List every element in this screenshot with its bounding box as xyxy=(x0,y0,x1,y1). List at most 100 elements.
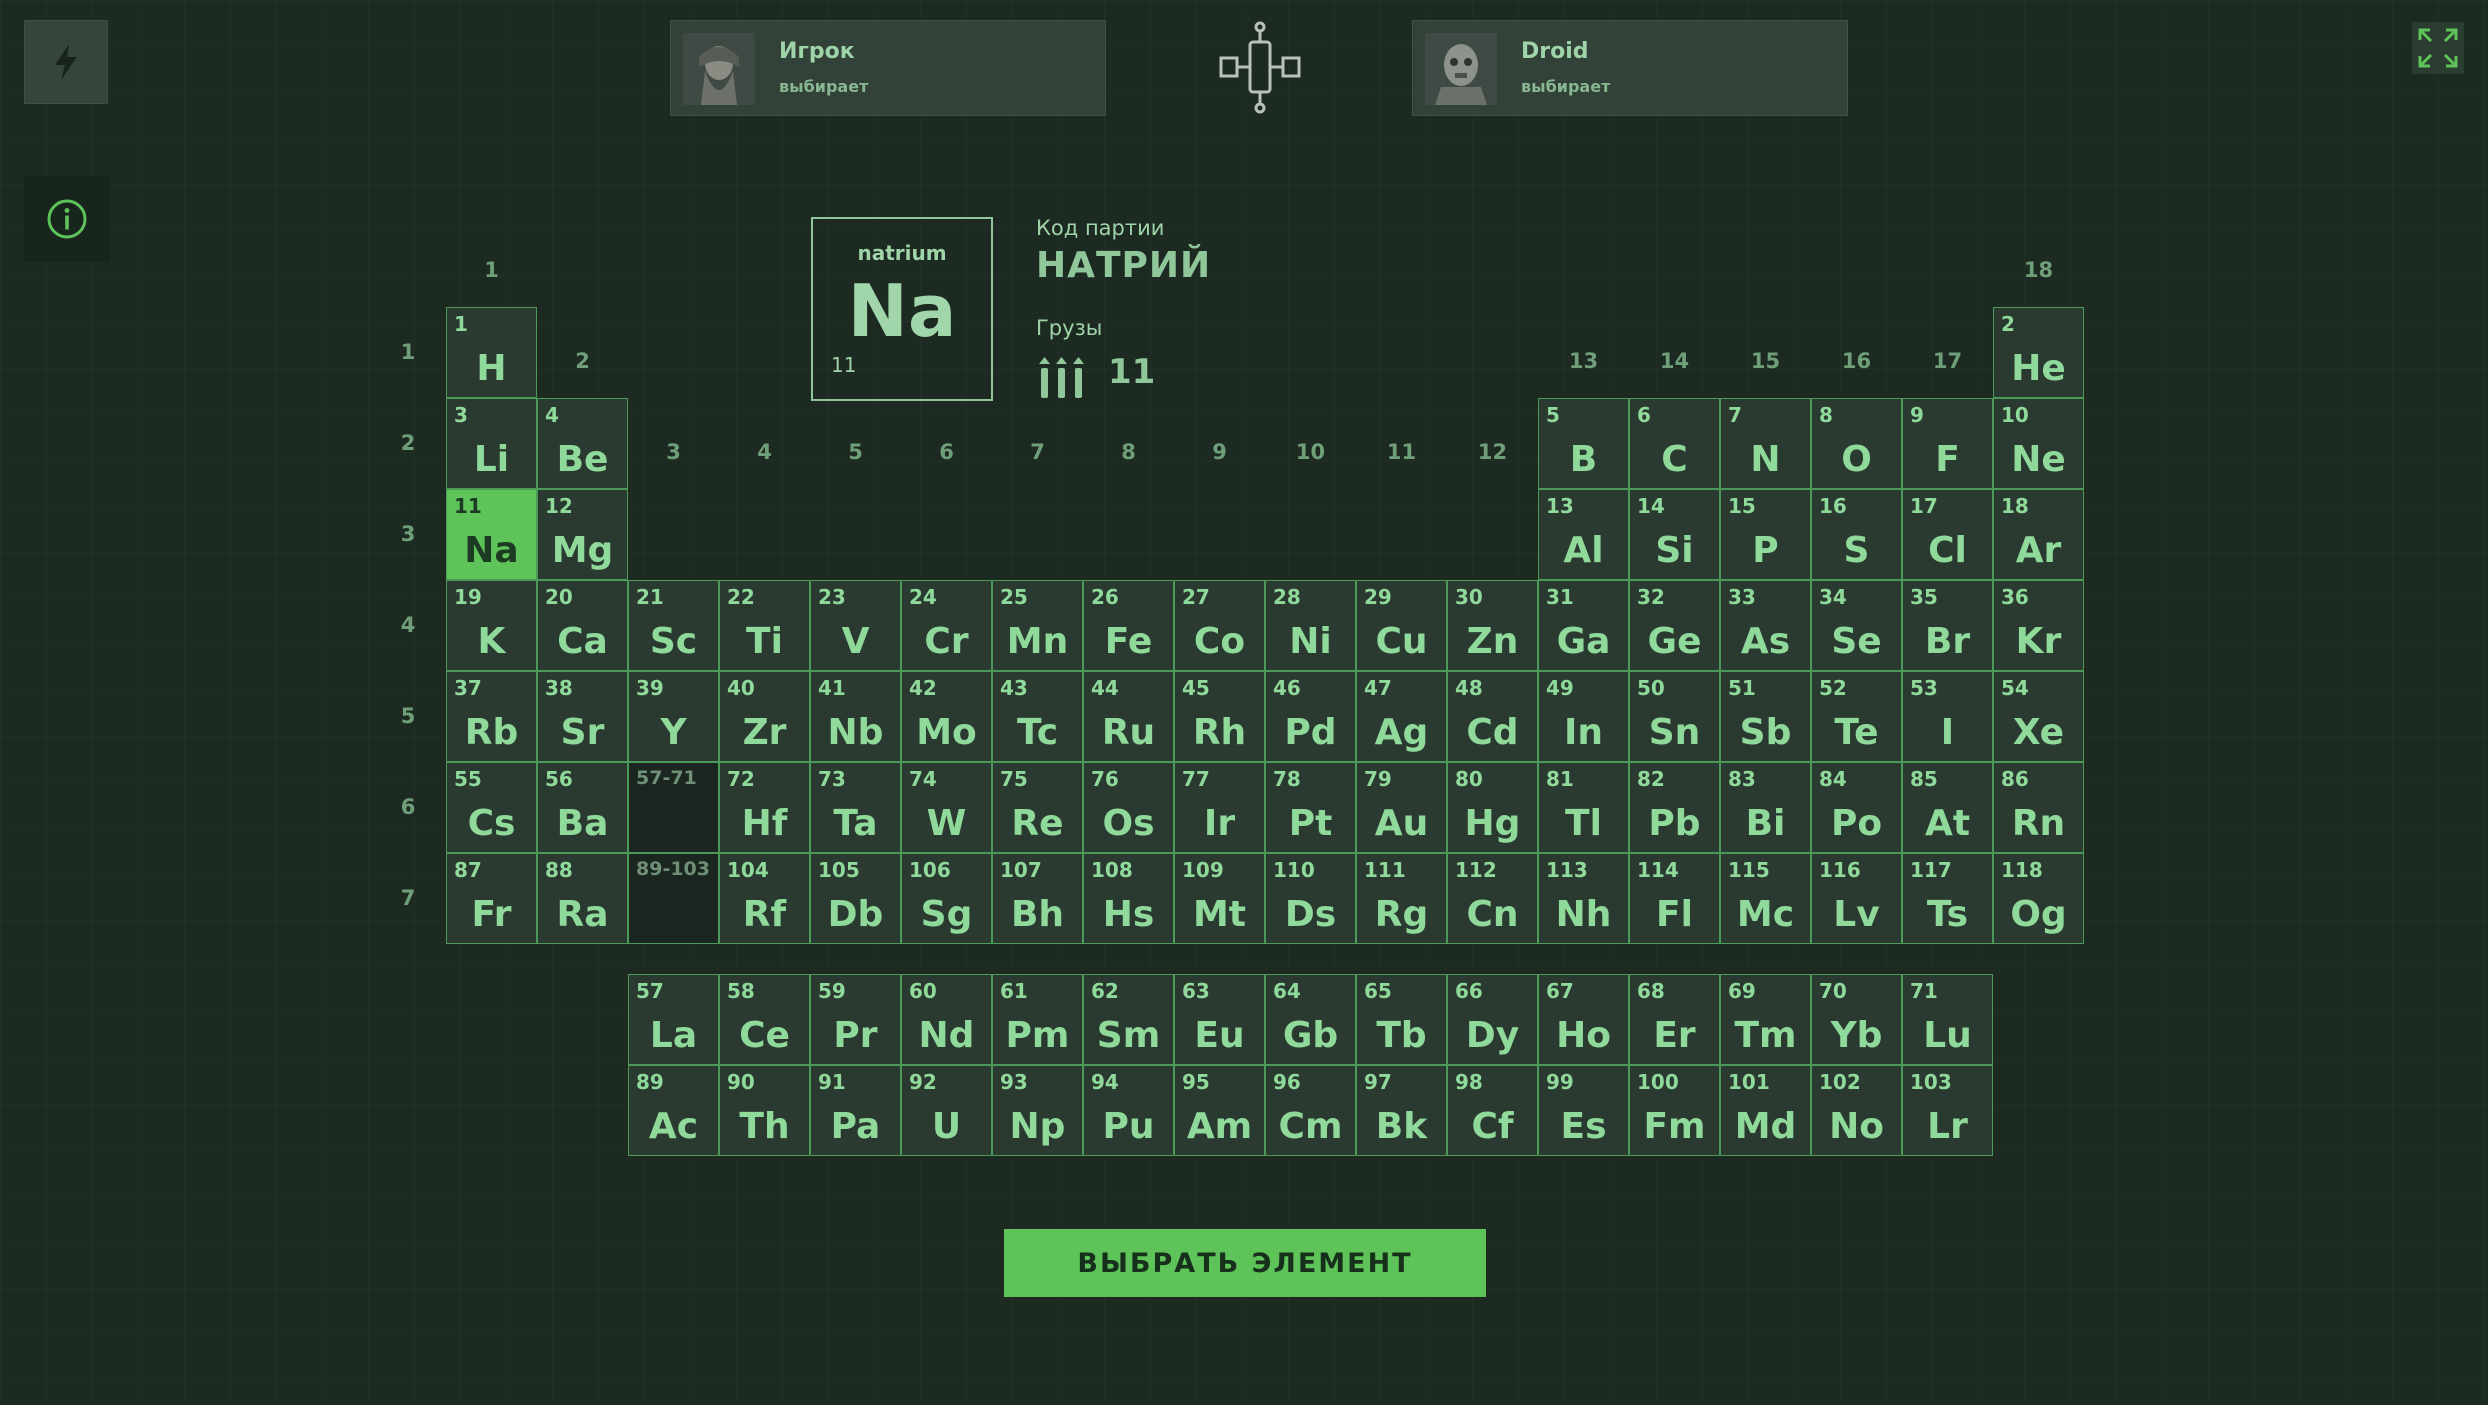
element-cell[interactable]: 48 Cd xyxy=(1447,671,1538,762)
element-cell[interactable]: 15 P xyxy=(1720,489,1811,580)
element-cell[interactable]: 82 Pb xyxy=(1629,762,1720,853)
element-cell[interactable]: 109 Mt xyxy=(1174,853,1265,944)
element-cell[interactable]: 13 Al xyxy=(1538,489,1629,580)
element-cell[interactable]: 26 Fe xyxy=(1083,580,1174,671)
element-cell[interactable]: 71 Lu xyxy=(1902,974,1993,1065)
info-button[interactable] xyxy=(24,176,110,262)
element-cell[interactable]: 22 Ti xyxy=(719,580,810,671)
element-cell[interactable]: 57 La xyxy=(628,974,719,1065)
element-cell[interactable]: 64 Gb xyxy=(1265,974,1356,1065)
element-cell[interactable]: 9F xyxy=(1902,398,1993,489)
element-cell[interactable]: 45 Rh xyxy=(1174,671,1265,762)
element-cell[interactable]: 101 Md xyxy=(1720,1065,1811,1156)
element-cell[interactable]: 30 Zn xyxy=(1447,580,1538,671)
element-cell[interactable]: 58 Ce xyxy=(719,974,810,1065)
element-cell[interactable]: 108 Hs xyxy=(1083,853,1174,944)
element-cell[interactable]: 41 Nb xyxy=(810,671,901,762)
element-cell[interactable]: 34 Se xyxy=(1811,580,1902,671)
element-cell[interactable]: 111 Rg xyxy=(1356,853,1447,944)
element-cell[interactable]: 60 Nd xyxy=(901,974,992,1065)
element-cell[interactable]: 11 Na xyxy=(446,489,537,580)
element-cell[interactable]: 74 W xyxy=(901,762,992,853)
element-cell[interactable]: 83 Bi xyxy=(1720,762,1811,853)
element-cell[interactable]: 86 Rn xyxy=(1993,762,2084,853)
element-cell[interactable]: 114 Fl xyxy=(1629,853,1720,944)
element-cell[interactable]: 94 Pu xyxy=(1083,1065,1174,1156)
element-cell[interactable]: 49 In xyxy=(1538,671,1629,762)
element-cell[interactable]: 1H xyxy=(446,307,537,398)
element-cell[interactable]: 40 Zr xyxy=(719,671,810,762)
element-cell[interactable]: 33 As xyxy=(1720,580,1811,671)
element-cell[interactable]: 102 No xyxy=(1811,1065,1902,1156)
element-cell[interactable]: 53 I xyxy=(1902,671,1993,762)
element-cell[interactable]: 115 Mc xyxy=(1720,853,1811,944)
element-cell[interactable]: 18 Ar xyxy=(1993,489,2084,580)
element-cell[interactable]: 104 Rf xyxy=(719,853,810,944)
element-cell[interactable]: 106 Sg xyxy=(901,853,992,944)
element-cell[interactable]: 90 Th xyxy=(719,1065,810,1156)
element-cell[interactable]: 42 Mo xyxy=(901,671,992,762)
element-cell[interactable]: 87 Fr xyxy=(446,853,537,944)
element-cell[interactable]: 59 Pr xyxy=(810,974,901,1065)
element-cell[interactable]: 89 Ac xyxy=(628,1065,719,1156)
energy-button[interactable] xyxy=(24,20,108,104)
element-cell[interactable]: 95 Am xyxy=(1174,1065,1265,1156)
element-cell[interactable]: 12 Mg xyxy=(537,489,628,580)
element-cell[interactable]: 100 Fm xyxy=(1629,1065,1720,1156)
element-cell[interactable]: 56 Ba xyxy=(537,762,628,853)
element-cell[interactable]: 36 Kr xyxy=(1993,580,2084,671)
element-cell[interactable]: 20 Ca xyxy=(537,580,628,671)
element-cell[interactable]: 91 Pa xyxy=(810,1065,901,1156)
element-cell[interactable]: 52 Te xyxy=(1811,671,1902,762)
element-cell[interactable]: 23 V xyxy=(810,580,901,671)
element-cell[interactable]: 112 Cn xyxy=(1447,853,1538,944)
element-cell[interactable]: 5B xyxy=(1538,398,1629,489)
element-cell[interactable]: 118 Og xyxy=(1993,853,2084,944)
element-cell[interactable]: 50 Sn xyxy=(1629,671,1720,762)
element-cell[interactable]: 75 Re xyxy=(992,762,1083,853)
element-cell[interactable]: 17 Cl xyxy=(1902,489,1993,580)
choose-element-button[interactable]: ВЫБРАТЬ ЭЛЕМЕНТ xyxy=(1004,1229,1486,1297)
element-cell[interactable]: 110 Ds xyxy=(1265,853,1356,944)
element-cell[interactable]: 27 Co xyxy=(1174,580,1265,671)
element-cell[interactable]: 38 Sr xyxy=(537,671,628,762)
element-cell[interactable]: 72 Hf xyxy=(719,762,810,853)
element-cell[interactable]: 67 Ho xyxy=(1538,974,1629,1065)
element-cell[interactable]: 31 Ga xyxy=(1538,580,1629,671)
element-cell[interactable]: 32 Ge xyxy=(1629,580,1720,671)
element-cell[interactable]: 25 Mn xyxy=(992,580,1083,671)
element-cell[interactable]: 61 Pm xyxy=(992,974,1083,1065)
element-cell[interactable]: 66 Dy xyxy=(1447,974,1538,1065)
element-cell[interactable]: 98 Cf xyxy=(1447,1065,1538,1156)
element-cell[interactable]: 10 Ne xyxy=(1993,398,2084,489)
element-cell[interactable]: 77 Ir xyxy=(1174,762,1265,853)
element-cell[interactable]: 93 Np xyxy=(992,1065,1083,1156)
element-cell[interactable]: 69 Tm xyxy=(1720,974,1811,1065)
element-cell[interactable]: 92 U xyxy=(901,1065,992,1156)
element-cell[interactable]: 78 Pt xyxy=(1265,762,1356,853)
element-cell[interactable]: 8O xyxy=(1811,398,1902,489)
element-cell[interactable]: 97 Bk xyxy=(1356,1065,1447,1156)
element-cell[interactable]: 73 Ta xyxy=(810,762,901,853)
element-cell[interactable]: 43 Tc xyxy=(992,671,1083,762)
element-cell[interactable]: 29 Cu xyxy=(1356,580,1447,671)
element-cell[interactable]: 85 At xyxy=(1902,762,1993,853)
element-cell[interactable]: 107 Bh xyxy=(992,853,1083,944)
element-cell[interactable]: 55 Cs xyxy=(446,762,537,853)
element-cell[interactable]: 79 Au xyxy=(1356,762,1447,853)
element-cell[interactable]: 51 Sb xyxy=(1720,671,1811,762)
element-cell[interactable]: 7N xyxy=(1720,398,1811,489)
element-cell[interactable]: 21 Sc xyxy=(628,580,719,671)
element-cell[interactable]: 37 Rb xyxy=(446,671,537,762)
element-cell[interactable]: 63 Eu xyxy=(1174,974,1265,1065)
element-cell[interactable]: 70 Yb xyxy=(1811,974,1902,1065)
element-cell[interactable]: 80 Hg xyxy=(1447,762,1538,853)
element-cell[interactable]: 16 S xyxy=(1811,489,1902,580)
element-cell[interactable]: 2 He xyxy=(1993,307,2084,398)
element-cell[interactable]: 81 Tl xyxy=(1538,762,1629,853)
element-cell[interactable]: 47 Ag xyxy=(1356,671,1447,762)
element-cell[interactable]: 44 Ru xyxy=(1083,671,1174,762)
element-cell[interactable]: 65 Tb xyxy=(1356,974,1447,1065)
element-cell[interactable]: 39 Y xyxy=(628,671,719,762)
element-cell[interactable]: 96 Cm xyxy=(1265,1065,1356,1156)
